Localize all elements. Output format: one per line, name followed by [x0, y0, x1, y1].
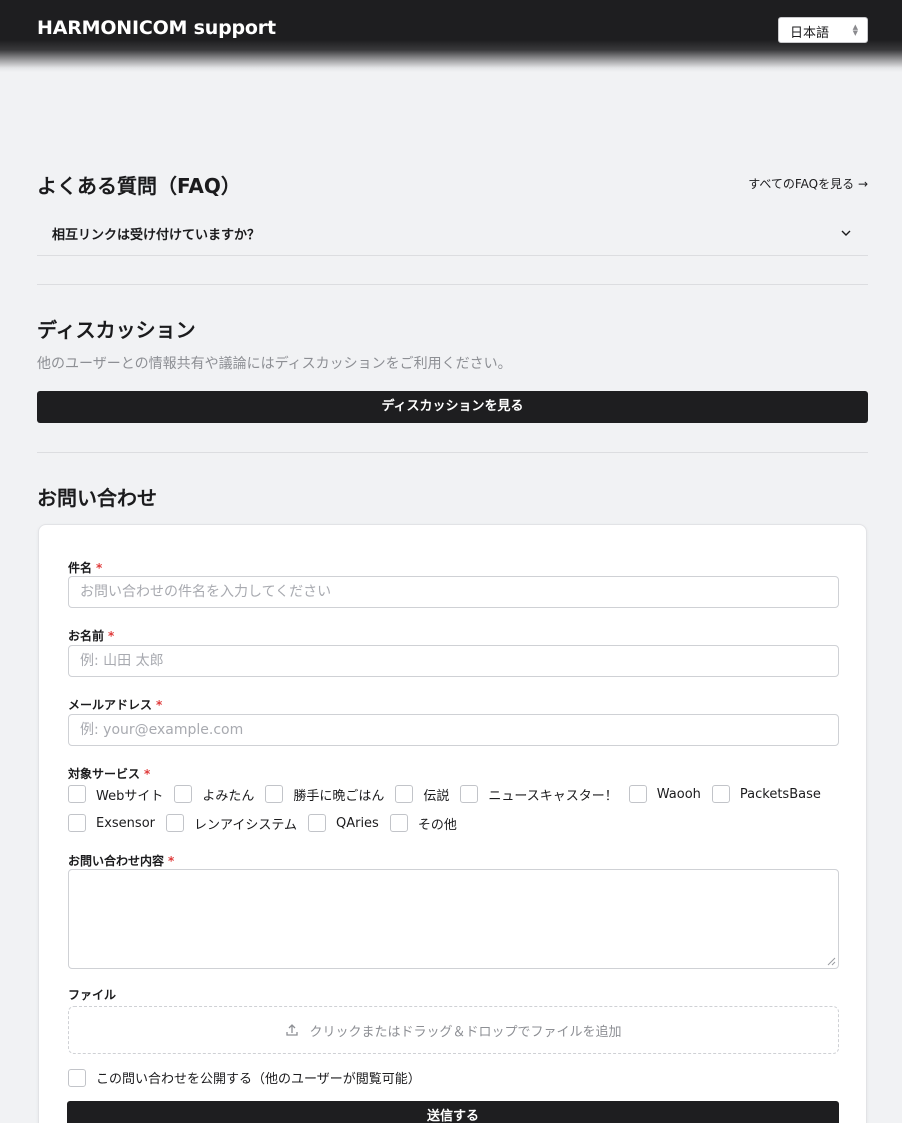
chevron-down-icon — [841, 230, 851, 236]
required-mark: * — [96, 561, 103, 575]
subject-label: 件名 * — [68, 561, 103, 575]
services-label: 対象サービス * — [68, 767, 151, 781]
section-divider — [37, 284, 868, 285]
publish-label: この問い合わせを公開する（他のユーザーが閲覧可能） — [96, 1072, 421, 1087]
message-label: お問い合わせ内容 * — [68, 854, 175, 868]
contact-form: 件名* お名前* メールアドレス* 対象サービス* Webサイト よみたん 勝手… — [38, 524, 867, 1123]
resize-grip-icon[interactable] — [827, 957, 836, 966]
required-mark: * — [168, 854, 175, 868]
service-option-label: 伝説 — [423, 788, 450, 804]
publish-option: この問い合わせを公開する（他のユーザーが閲覧可能） — [68, 1068, 432, 1087]
app-header: HARMONICOM support 日本語 ▲ ▼ — [0, 0, 902, 72]
name-label: お名前 * — [68, 629, 115, 643]
service-checkbox[interactable] — [307, 814, 326, 832]
section-divider — [37, 452, 868, 453]
service-checkbox[interactable] — [68, 785, 86, 803]
email-label: メールアドレス * — [68, 698, 163, 712]
upload-icon — [286, 1024, 299, 1036]
service-checkbox[interactable] — [174, 785, 193, 803]
submit-button[interactable]: 送信する — [67, 1101, 839, 1123]
service-checkbox[interactable] — [395, 785, 414, 803]
service-option-label: Webサイト — [96, 788, 164, 804]
file-dropzone[interactable]: クリックまたはドラッグ＆ドロップでファイルを追加 — [68, 1006, 839, 1054]
brand-title[interactable]: HARMONICOM support — [37, 17, 276, 39]
service-option-label: 勝手に晩ごはん — [293, 788, 385, 804]
file-label: ファイル — [68, 988, 117, 1002]
service-option-label: Waooh — [656, 786, 701, 802]
service-checkbox[interactable] — [166, 814, 184, 832]
service-option-label: ニュースキャスター！ — [488, 788, 618, 804]
subject-input[interactable] — [68, 576, 839, 608]
service-checkbox[interactable] — [711, 785, 730, 803]
email-input[interactable] — [68, 714, 839, 746]
service-checkbox[interactable] — [628, 785, 647, 803]
required-mark: * — [144, 767, 151, 781]
language-select[interactable]: 日本語 ▲ ▼ — [778, 17, 868, 43]
name-input[interactable] — [68, 645, 839, 677]
service-checkbox[interactable] — [460, 785, 479, 803]
service-option-label: よみたん — [202, 788, 255, 804]
view-discussion-button[interactable]: ディスカッションを見る — [37, 391, 868, 423]
faq-title: よくある質問（FAQ） — [37, 174, 241, 198]
faq-question: 相互リンクは受け付けていますか？ — [52, 228, 261, 243]
message-textarea[interactable] — [68, 869, 839, 969]
service-option-label: Exsensor — [96, 815, 155, 831]
discussion-title: ディスカッション — [37, 318, 196, 342]
service-checkbox[interactable] — [389, 814, 408, 832]
contact-title: お問い合わせ — [37, 486, 157, 510]
service-option-label: レンアイシステム — [194, 817, 297, 833]
required-mark: * — [108, 629, 115, 643]
services-row-2: Exsensor レンアイシステム QAries その他 — [68, 813, 468, 833]
discussion-description: 他のユーザーとの情報共有や議論にはディスカッションをご利用ください。 — [37, 356, 512, 372]
required-mark: * — [156, 698, 163, 712]
language-select-value: 日本語 — [790, 26, 830, 41]
service-option-label: QAries — [335, 815, 379, 831]
service-option-label: PacketsBase — [739, 786, 821, 802]
faq-view-all-link[interactable]: すべてのFAQを見る → — [748, 175, 868, 192]
faq-item[interactable]: 相互リンクは受け付けていますか？ — [37, 211, 868, 256]
dropzone-text: クリックまたはドラッグ＆ドロップでファイルを追加 — [309, 1024, 622, 1040]
service-option-label: その他 — [417, 817, 457, 833]
publish-checkbox[interactable] — [68, 1068, 86, 1087]
services-row-1: Webサイト よみたん 勝手に晩ごはん 伝説 ニュースキャスター！ Waooh … — [68, 784, 832, 804]
service-checkbox[interactable] — [68, 814, 86, 832]
select-arrows-icon: ▲ ▼ — [852, 23, 858, 37]
service-checkbox[interactable] — [265, 785, 284, 803]
